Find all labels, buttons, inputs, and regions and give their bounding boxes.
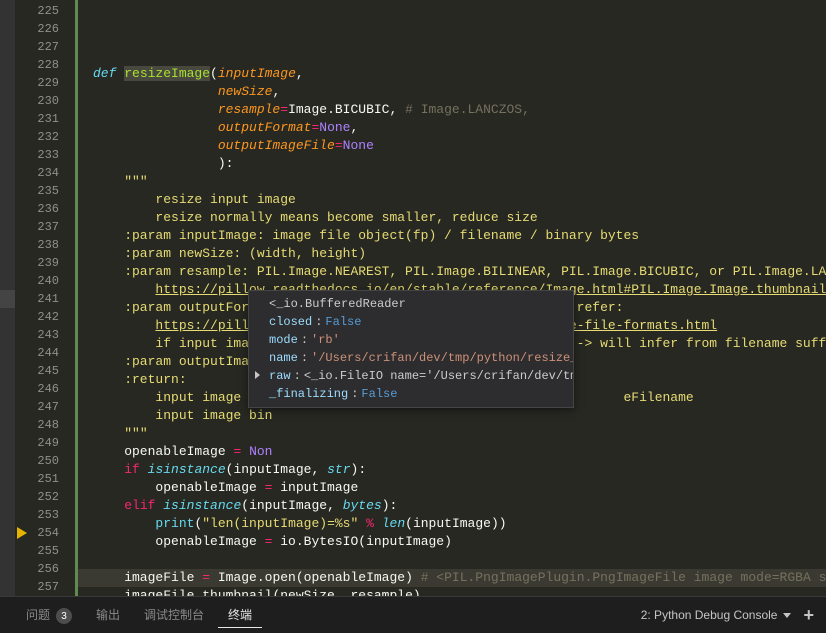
line-number[interactable]: 231 [15, 110, 75, 128]
debug-property-row[interactable]: closed: False [249, 313, 573, 331]
line-number[interactable]: 247 [15, 398, 75, 416]
panel-tabs: 问题 3 输出 调试控制台 终端 [0, 602, 262, 629]
line-number[interactable]: 248 [15, 416, 75, 434]
code-line[interactable]: if isinstance(inputImage, str): [75, 461, 826, 479]
debug-popup-header: <_io.BufferedReader [249, 295, 573, 313]
code-line[interactable]: newSize, [75, 83, 826, 101]
code-line[interactable]: imageFile = Image.open(openableImage) # … [75, 569, 826, 587]
line-number[interactable]: 256 [15, 560, 75, 578]
debug-property-row[interactable]: name: '/Users/crifan/dev/tmp/python/resi… [249, 349, 573, 367]
line-number[interactable]: 240 [15, 272, 75, 290]
code-line[interactable]: """ [75, 173, 826, 191]
line-number[interactable]: 236 [15, 200, 75, 218]
line-number[interactable]: 243 [15, 326, 75, 344]
code-line[interactable]: imageFile.thumbnail(newSize, resample) [75, 587, 826, 596]
activity-marker [0, 290, 15, 308]
code-line[interactable]: resample=Image.BICUBIC, # Image.LANCZOS, [75, 101, 826, 119]
code-line[interactable]: outputFormat=None, [75, 119, 826, 137]
debug-property-row[interactable]: raw: <_io.FileIO name='/Users/crifan/dev… [249, 367, 573, 385]
debug-hover-popup[interactable]: <_io.BufferedReader closed: Falsemode: '… [248, 290, 574, 408]
code-line[interactable] [75, 47, 826, 65]
debug-property-row[interactable]: _finalizing: False [249, 385, 573, 403]
line-number[interactable]: 230 [15, 92, 75, 110]
line-number[interactable]: 254 [15, 524, 75, 542]
panel-tab-label: 输出 [96, 608, 120, 622]
line-number[interactable]: 233 [15, 146, 75, 164]
chevron-down-icon [783, 613, 791, 618]
code-line[interactable]: openableImage = inputImage [75, 479, 826, 497]
code-line[interactable]: :param inputImage: image file object(fp)… [75, 227, 826, 245]
line-number[interactable]: 246 [15, 380, 75, 398]
code-line[interactable]: input image bin [75, 407, 826, 425]
line-number[interactable]: 245 [15, 362, 75, 380]
line-number[interactable]: 249 [15, 434, 75, 452]
line-number[interactable]: 239 [15, 254, 75, 272]
line-number[interactable]: 244 [15, 344, 75, 362]
line-number[interactable]: 232 [15, 128, 75, 146]
panel-tab[interactable]: 问题 3 [16, 602, 82, 629]
terminal-selector-label: 2: Python Debug Console [641, 608, 778, 622]
line-number[interactable]: 225 [15, 2, 75, 20]
line-number[interactable]: 237 [15, 218, 75, 236]
code-line[interactable]: openableImage = io.BytesIO(inputImage) [75, 533, 826, 551]
code-line[interactable]: ): [75, 155, 826, 173]
code-line[interactable]: print("len(inputImage)=%s" % len(inputIm… [75, 515, 826, 533]
panel-tab-badge: 3 [56, 608, 72, 624]
panel-tab-label: 问题 [26, 608, 50, 622]
new-terminal-button[interactable]: + [803, 608, 814, 622]
panel-tab[interactable]: 调试控制台 [134, 602, 214, 629]
git-change-stripe [75, 0, 78, 596]
line-number[interactable]: 252 [15, 488, 75, 506]
code-line[interactable] [75, 551, 826, 569]
code-line[interactable]: resize normally means become smaller, re… [75, 209, 826, 227]
line-number[interactable]: 235 [15, 182, 75, 200]
code-line[interactable]: def resizeImage(inputImage, [75, 65, 826, 83]
panel-tab[interactable]: 输出 [86, 602, 130, 629]
line-number[interactable]: 228 [15, 56, 75, 74]
code-line[interactable]: elif isinstance(inputImage, bytes): [75, 497, 826, 515]
code-line[interactable]: outputImageFile=None [75, 137, 826, 155]
code-line[interactable]: openableImage = Non [75, 443, 826, 461]
line-number[interactable]: 253 [15, 506, 75, 524]
line-number[interactable]: 238 [15, 236, 75, 254]
line-number[interactable]: 242 [15, 308, 75, 326]
line-number[interactable]: 251 [15, 470, 75, 488]
line-number[interactable]: 257 [15, 578, 75, 596]
debug-property-row[interactable]: mode: 'rb' [249, 331, 573, 349]
bottom-panel: 问题 3 输出 调试控制台 终端 2: Python Debug Console + [0, 596, 826, 633]
line-number[interactable]: 226 [15, 20, 75, 38]
panel-tab-label: 终端 [228, 608, 252, 622]
line-number[interactable]: 241 [15, 290, 75, 308]
line-number-gutter[interactable]: 2252262272282292302312322332342352362372… [15, 0, 75, 596]
code-line[interactable]: :param resample: PIL.Image.NEAREST, PIL.… [75, 263, 826, 281]
terminal-selector[interactable]: 2: Python Debug Console [641, 608, 792, 622]
editor: 2252262272282292302312322332342352362372… [0, 0, 826, 596]
panel-tab[interactable]: 终端 [218, 602, 262, 629]
line-number[interactable]: 227 [15, 38, 75, 56]
line-number[interactable]: 229 [15, 74, 75, 92]
expand-icon[interactable] [255, 371, 260, 379]
code-line[interactable]: :param newSize: (width, height) [75, 245, 826, 263]
code-line[interactable]: resize input image [75, 191, 826, 209]
code-line[interactable]: """ [75, 425, 826, 443]
breakpoint-icon[interactable] [17, 527, 27, 539]
activity-bar[interactable] [0, 0, 15, 596]
line-number[interactable]: 250 [15, 452, 75, 470]
line-number[interactable]: 234 [15, 164, 75, 182]
panel-tab-label: 调试控制台 [144, 608, 204, 622]
line-number[interactable]: 255 [15, 542, 75, 560]
